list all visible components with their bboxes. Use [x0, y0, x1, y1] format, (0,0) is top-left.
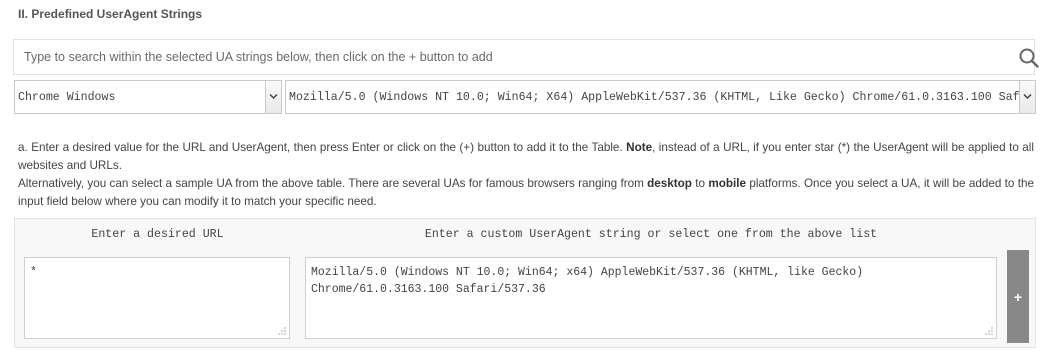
ua-select[interactable]: Mozilla/5.0 (Windows NT 10.0; Win64; X64…	[285, 80, 1036, 114]
useragent-input[interactable]: Mozilla/5.0 (Windows NT 10.0; Win64; x64…	[305, 257, 997, 339]
ua-select-value: Mozilla/5.0 (Windows NT 10.0; Win64; X64…	[289, 91, 1036, 104]
search-input[interactable]	[14, 40, 994, 74]
resize-handle-icon[interactable]	[985, 327, 993, 335]
section-title: II. Predefined UserAgent Strings	[18, 7, 203, 21]
instructions: a. Enter a desired value for the URL and…	[18, 139, 1034, 211]
url-column-header: Enter a desired URL	[91, 228, 224, 241]
browser-select-value: Chrome Windows	[18, 91, 116, 104]
instructions-paragraph-2: Alternatively, you can select a sample U…	[18, 177, 1034, 208]
browser-select[interactable]: Chrome Windows	[14, 80, 282, 114]
add-useragent-panel: Enter a desired URL Enter a custom UserA…	[14, 218, 1036, 348]
url-input[interactable]: *	[24, 257, 290, 339]
add-button[interactable]: +	[1007, 250, 1029, 343]
resize-handle-icon[interactable]	[278, 327, 286, 335]
search-icon[interactable]	[1019, 48, 1039, 68]
instructions-paragraph-1: a. Enter a desired value for the URL and…	[18, 141, 1034, 172]
useragent-column-header: Enter a custom UserAgent string or selec…	[424, 228, 878, 241]
search-box	[13, 39, 1039, 75]
chevron-down-icon[interactable]	[1019, 81, 1035, 113]
chevron-down-icon[interactable]	[265, 81, 281, 113]
